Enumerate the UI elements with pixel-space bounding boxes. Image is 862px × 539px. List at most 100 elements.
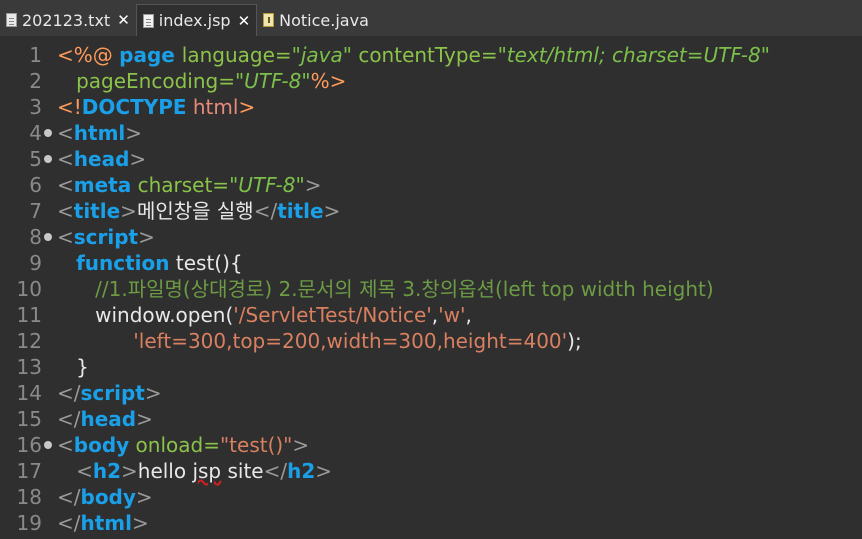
line-number: 5 bbox=[29, 147, 42, 171]
code-text: <html> bbox=[57, 120, 142, 146]
fold-toggle-icon[interactable] bbox=[44, 129, 52, 137]
code-text: </head> bbox=[57, 406, 153, 432]
code-line[interactable]: 5 <head> bbox=[0, 146, 862, 172]
code-token: site bbox=[221, 459, 264, 483]
code-token: jsp bbox=[192, 459, 222, 483]
code-line[interactable]: 16 <body onload="test()"> bbox=[0, 432, 862, 458]
tab-index-jsp[interactable]: index.jsp ✕ bbox=[135, 4, 258, 36]
code-token: "java" bbox=[291, 43, 352, 67]
code-token: script bbox=[80, 381, 145, 405]
line-number: 1 bbox=[29, 43, 42, 67]
code-token: title bbox=[73, 199, 121, 223]
line-number: 18 bbox=[16, 485, 42, 509]
code-line[interactable]: 2 pageEncoding="UTF-8"%> bbox=[0, 68, 862, 94]
line-number: 7 bbox=[29, 199, 42, 223]
code-token: pageEncoding= bbox=[76, 69, 235, 93]
code-line[interactable]: 15 </head> bbox=[0, 406, 862, 432]
code-token: > bbox=[315, 459, 333, 483]
code-token: > bbox=[120, 199, 137, 223]
close-icon[interactable]: ✕ bbox=[117, 11, 130, 29]
code-token: > bbox=[304, 173, 322, 197]
code-text: <script> bbox=[57, 224, 155, 250]
code-line[interactable]: 8 <script> bbox=[0, 224, 862, 250]
code-token: function bbox=[76, 251, 170, 275]
code-token: 'w' bbox=[438, 303, 466, 327]
code-token: meta bbox=[73, 173, 132, 197]
code-line[interactable]: 6 <meta charset="UTF-8"> bbox=[0, 172, 862, 198]
code-line[interactable]: 17 <h2>hello jsp site</h2> bbox=[0, 458, 862, 484]
code-text: function test(){ bbox=[57, 250, 243, 276]
code-token: h2 bbox=[92, 459, 121, 483]
code-token: > bbox=[132, 511, 149, 535]
code-editor[interactable]: 1 <%@ page language="java" contentType="t… bbox=[0, 36, 862, 539]
code-line[interactable]: 14 </script> bbox=[0, 380, 862, 406]
code-line[interactable]: 9 function test(){ bbox=[0, 250, 862, 276]
line-number: 12 bbox=[16, 329, 42, 353]
tab-202123-txt[interactable]: 202123.txt ✕ bbox=[0, 4, 136, 36]
code-token: body bbox=[73, 433, 130, 457]
code-token: > bbox=[238, 95, 256, 119]
code-text: //1.파일명(상대경로) 2.문서의 제목 3.창의옵션(left top w… bbox=[57, 276, 714, 302]
line-number: 11 bbox=[16, 303, 42, 327]
code-token: DOCTYPE bbox=[81, 95, 187, 119]
code-token: window.open( bbox=[57, 303, 234, 327]
tab-notice-java[interactable]: Notice.java bbox=[257, 4, 375, 36]
code-token: //1.파일명(상대경로) 2.문서의 제목 3.창의옵션(left top w… bbox=[95, 277, 714, 301]
code-line[interactable]: 7 <title>메인창을 실행</title> bbox=[0, 198, 862, 224]
text-file-icon bbox=[6, 13, 17, 27]
code-token: 'left=300,top=200,width=300,height=400' bbox=[133, 329, 568, 353]
fold-toggle-icon[interactable] bbox=[44, 233, 52, 241]
code-token: head bbox=[73, 147, 130, 171]
line-number: 6 bbox=[29, 173, 42, 197]
code-token: > bbox=[136, 407, 153, 431]
code-text: <body onload="test()"> bbox=[57, 432, 309, 458]
code-line[interactable]: 12 'left=300,top=200,width=300,height=40… bbox=[0, 328, 862, 354]
code-token: < bbox=[57, 199, 74, 223]
code-token: </ bbox=[57, 485, 81, 509]
code-token: </ bbox=[57, 407, 81, 431]
line-number: 13 bbox=[16, 355, 42, 379]
code-line[interactable]: 11 window.open('/ServletTest/Notice','w'… bbox=[0, 302, 862, 328]
tab-label: index.jsp bbox=[158, 11, 231, 30]
code-line[interactable]: 13 } bbox=[0, 354, 862, 380]
fold-toggle-icon[interactable] bbox=[44, 155, 52, 163]
line-number: 16 bbox=[16, 433, 42, 457]
line-number: 10 bbox=[16, 277, 42, 301]
code-token: </ bbox=[57, 511, 81, 535]
code-text: <%@ page language="java" contentType="te… bbox=[57, 42, 770, 68]
code-token: 메인창을 실행 bbox=[136, 199, 254, 223]
code-token: ); bbox=[567, 329, 582, 353]
code-token: < bbox=[57, 433, 74, 457]
line-number: 4 bbox=[29, 121, 42, 145]
code-token: body bbox=[80, 485, 136, 509]
line-number: 19 bbox=[16, 511, 42, 535]
close-icon[interactable]: ✕ bbox=[238, 12, 251, 30]
code-token: script bbox=[73, 225, 139, 249]
line-number: 15 bbox=[16, 407, 42, 431]
code-line[interactable]: 18 </body> bbox=[0, 484, 862, 510]
fold-toggle-icon[interactable] bbox=[44, 441, 52, 449]
line-number: 3 bbox=[29, 95, 42, 119]
code-line[interactable]: 10 //1.파일명(상대경로) 2.문서의 제목 3.창의옵션(left to… bbox=[0, 276, 862, 302]
code-token: %> bbox=[310, 69, 347, 93]
code-token: html bbox=[80, 511, 133, 535]
code-line[interactable]: 4 <html> bbox=[0, 120, 862, 146]
jsp-file-icon bbox=[142, 13, 154, 28]
code-token: > bbox=[129, 147, 147, 171]
code-token: < bbox=[76, 459, 93, 483]
code-text: pageEncoding="UTF-8"%> bbox=[57, 68, 346, 94]
code-token: </ bbox=[263, 459, 288, 483]
code-line[interactable]: 1 <%@ page language="java" contentType="t… bbox=[0, 42, 862, 68]
code-token: < bbox=[57, 173, 74, 197]
code-token: language= bbox=[181, 43, 292, 67]
code-line[interactable]: 19 </html> bbox=[0, 510, 862, 536]
code-line[interactable]: 3 <!DOCTYPE html> bbox=[0, 94, 862, 120]
code-token: test(){ bbox=[169, 251, 243, 275]
code-token: > bbox=[292, 433, 310, 457]
code-text: </body> bbox=[57, 484, 153, 510]
code-token: onload= bbox=[135, 433, 220, 457]
